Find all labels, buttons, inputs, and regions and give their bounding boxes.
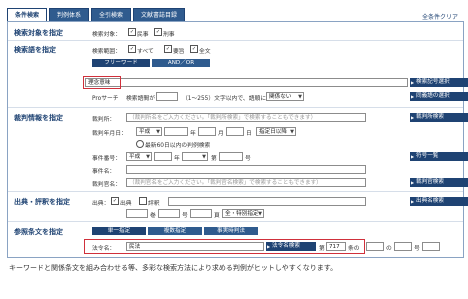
- issue-label: 号: [182, 213, 188, 219]
- era-select[interactable]: 平成 ▼: [136, 127, 162, 136]
- range-summary-checkbox[interactable]: ✓: [164, 45, 172, 53]
- judge-search-button[interactable]: 裁判官検索: [410, 178, 468, 187]
- paragraph-label: の: [386, 246, 392, 252]
- source-title: 出典・評釈を指定: [14, 198, 70, 206]
- day-label: 日: [246, 131, 252, 137]
- year-input[interactable]: [164, 127, 188, 136]
- range-summary-label: 要旨: [173, 49, 185, 55]
- word-order-select[interactable]: 関係ない ▼: [266, 92, 304, 101]
- tab-bar: 条件検索 判例体系 全引検索 文献書誌目録: [7, 8, 186, 24]
- sub-article-input[interactable]: [366, 242, 384, 251]
- criminal-checkbox[interactable]: ✓: [154, 28, 162, 36]
- caption: キーワードと関係条文を組み合わせる等、多彩な検索方法により求める判例がヒットしや…: [9, 264, 338, 272]
- tab-freeword[interactable]: フリーワード: [92, 59, 150, 67]
- day-input[interactable]: [226, 127, 244, 136]
- date-condition-select[interactable]: 指定日以降 ▼: [256, 127, 296, 136]
- judge-input[interactable]: （裁判官名をご入力ください。「裁判官名検索」で検索することもできます）: [126, 178, 366, 187]
- range-fulltext-checkbox[interactable]: ✓: [190, 45, 198, 53]
- item-label: 号: [414, 246, 420, 252]
- clear-all-link[interactable]: 全条件クリア: [422, 12, 458, 21]
- month-label: 月: [218, 131, 224, 137]
- paragraph-input[interactable]: [394, 242, 412, 251]
- civil-label: 民事: [137, 32, 149, 38]
- case-name-input[interactable]: [126, 165, 366, 174]
- keyword-title: 検索語を指定: [14, 46, 56, 54]
- source-name-button[interactable]: 出典名検索: [410, 197, 468, 206]
- code-list-button[interactable]: 符号一覧: [410, 152, 468, 161]
- range-fulltext-label: 全文: [199, 49, 211, 55]
- case-no-input[interactable]: [219, 152, 243, 161]
- recent-radio[interactable]: [136, 140, 144, 148]
- tab-fact-law[interactable]: 事実時判法: [204, 227, 258, 235]
- case-name-label: 事件名：: [92, 169, 116, 175]
- commentary-checkbox[interactable]: [139, 197, 147, 205]
- date-label: 裁判年月日：: [92, 131, 127, 137]
- civil-checkbox[interactable]: ✓: [128, 28, 136, 36]
- divider: [8, 191, 463, 192]
- source-name-input[interactable]: [168, 197, 366, 206]
- search-target-label: 検索対象：: [92, 32, 121, 38]
- case-year-label: 年: [174, 156, 180, 162]
- keyword-input[interactable]: 理念意味: [85, 78, 408, 87]
- month-input[interactable]: [198, 127, 216, 136]
- item-input[interactable]: [422, 242, 440, 251]
- synonym-button[interactable]: 同義語の選択: [410, 92, 468, 101]
- page-input[interactable]: [190, 209, 212, 218]
- tab-multiple[interactable]: 複数指定: [148, 227, 202, 235]
- range-all-label: すべて: [137, 49, 154, 55]
- judge-label: 裁判官名：: [92, 182, 121, 188]
- distance-input[interactable]: [156, 92, 178, 101]
- search-target-title: 検索対象を指定: [14, 29, 63, 37]
- case-era-select[interactable]: 平成 ▼: [126, 152, 152, 161]
- pro-search-hint: （1〜255）文字以内で、語順に: [182, 96, 267, 102]
- keyword-highlight: [83, 76, 121, 89]
- source-label: 出典：: [92, 201, 110, 207]
- case-mark-select[interactable]: ▼: [182, 152, 208, 161]
- search-form: 検索対象を指定 検索対象： ✓ 民事 ✓ 刑事 検索語を指定 検索範囲： ✓ す…: [7, 21, 468, 258]
- volume-input[interactable]: [126, 209, 148, 218]
- pro-search-text: 検索語間が: [126, 96, 155, 102]
- source-checkbox[interactable]: ✓: [111, 197, 119, 205]
- search-symbol-button[interactable]: 検索記号選択: [410, 78, 468, 87]
- tab-single[interactable]: 単一指定: [92, 227, 146, 235]
- case-year-input[interactable]: [154, 152, 172, 161]
- court-info-title: 裁判情報を指定: [14, 114, 63, 122]
- divider: [8, 107, 463, 108]
- divider: [8, 221, 463, 222]
- recent-label: 最新60日以内の判例検索: [145, 143, 211, 149]
- source-opt-label: 出典: [120, 201, 132, 207]
- law-highlight: [84, 239, 365, 254]
- court-search-button[interactable]: 裁判所検索: [410, 113, 468, 122]
- court-label: 裁判所：: [92, 117, 116, 123]
- case-no-label: 第: [211, 156, 217, 162]
- article-title: 参照条文を指定: [14, 228, 63, 236]
- divider: [8, 40, 463, 41]
- year-label: 年: [190, 131, 196, 137]
- case-go-label: 号: [245, 156, 251, 162]
- commentary-label: 評釈: [148, 201, 160, 207]
- page-label: 頁: [214, 213, 220, 219]
- issue-input[interactable]: [158, 209, 180, 218]
- criminal-label: 刑事: [163, 32, 175, 38]
- court-input[interactable]: （裁判所名をご入力ください。「裁判所検索」で検索することもできます）: [126, 113, 366, 122]
- range-all-checkbox[interactable]: ✓: [128, 45, 136, 53]
- case-number-label: 事件番号：: [92, 156, 121, 162]
- range-label: 検索範囲：: [92, 49, 121, 55]
- volume-label: 巻: [150, 213, 156, 219]
- tab-and-or[interactable]: AND／OR: [152, 59, 210, 67]
- page-spec-select[interactable]: 全・特別指定 ▼: [222, 209, 264, 218]
- pro-search-label: Proサーチ: [92, 96, 119, 102]
